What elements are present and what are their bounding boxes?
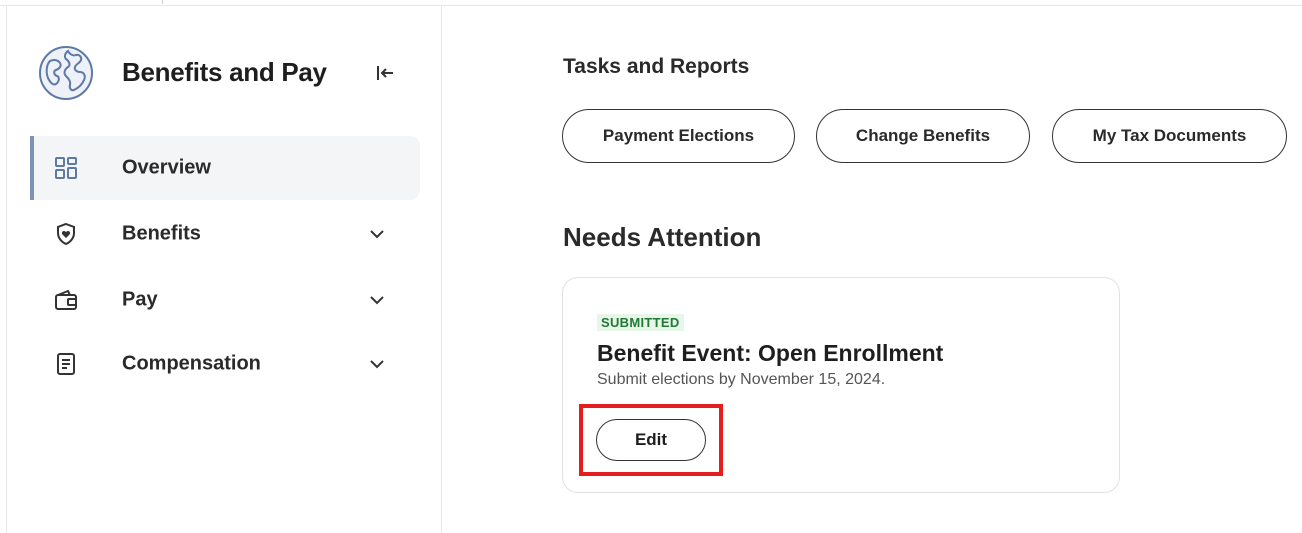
sidebar-item-label: Benefits — [122, 222, 201, 245]
sidebar-item-label: Compensation — [122, 352, 261, 375]
status-badge: SUBMITTED — [597, 314, 684, 331]
sidebar-item-label: Overview — [122, 156, 211, 179]
sidebar-item-pay[interactable]: Pay — [30, 268, 420, 332]
left-border — [6, 6, 7, 533]
card-subtitle: Submit elections by November 15, 2024. — [597, 371, 886, 388]
top-tick — [162, 0, 163, 4]
wallet-icon — [55, 289, 77, 310]
sidebar-item-label: Pay — [122, 288, 158, 311]
chevron-down-icon[interactable] — [368, 355, 386, 373]
tasks-and-reports-heading: Tasks and Reports — [563, 55, 750, 78]
globe-icon — [39, 46, 93, 100]
grid-icon — [55, 157, 77, 179]
my-tax-documents-button[interactable]: My Tax Documents — [1052, 109, 1287, 163]
document-icon — [57, 353, 75, 375]
payment-elections-button[interactable]: Payment Elections — [562, 109, 795, 163]
chevron-down-icon[interactable] — [368, 225, 386, 243]
app-title: Benefits and Pay — [122, 57, 327, 87]
sidebar-divider — [441, 6, 442, 533]
sidebar-item-compensation[interactable]: Compensation — [30, 332, 420, 396]
edit-button[interactable]: Edit — [596, 419, 706, 461]
top-border — [0, 0, 1302, 6]
sidebar-header: Benefits and Pay — [38, 45, 418, 101]
open-enrollment-card: SUBMITTED Benefit Event: Open Enrollment… — [562, 277, 1120, 493]
shield-heart-icon — [57, 222, 75, 246]
change-benefits-button[interactable]: Change Benefits — [816, 109, 1030, 163]
sidebar-item-benefits[interactable]: Benefits — [30, 202, 420, 266]
chevron-down-icon[interactable] — [368, 291, 386, 309]
collapse-left-icon — [377, 66, 393, 80]
needs-attention-heading: Needs Attention — [563, 222, 762, 252]
card-title: Benefit Event: Open Enrollment — [597, 340, 944, 366]
collapse-sidebar-button[interactable] — [371, 59, 399, 87]
sidebar-item-overview[interactable]: Overview — [30, 136, 420, 200]
